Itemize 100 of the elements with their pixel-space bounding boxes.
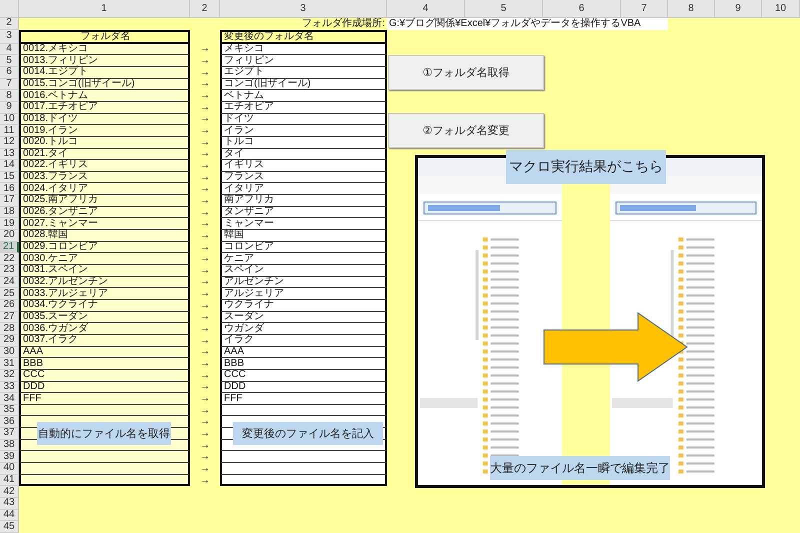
row-header[interactable]: 2	[0, 18, 19, 30]
arrow-symbol: →	[200, 160, 210, 171]
row-header[interactable]: 6	[0, 66, 19, 79]
row-header[interactable]: 7	[0, 78, 19, 90]
table-cell: FFF	[19, 393, 190, 405]
table-cell: タイ	[220, 148, 387, 160]
row-header[interactable]: 16	[0, 183, 19, 196]
table-cell: CCC	[220, 370, 387, 382]
table-cell: 0013.フィリピン	[19, 55, 190, 67]
row-header[interactable]: 40	[0, 463, 19, 475]
row-header[interactable]: 20	[0, 230, 19, 242]
arrow-symbol: →	[200, 452, 210, 462]
table-cell: フランス	[220, 172, 387, 184]
row-header[interactable]: 21	[0, 242, 19, 254]
row-header[interactable]: 38	[0, 440, 19, 452]
row-header[interactable]: 12	[0, 136, 19, 148]
macro-button[interactable]: ①フォルダ名取得	[388, 55, 544, 90]
column-header[interactable]: 5	[465, 0, 543, 18]
row-header[interactable]: 27	[0, 312, 19, 324]
row-header[interactable]: 43	[0, 498, 19, 510]
row-header[interactable]: 33	[0, 382, 19, 394]
row-header[interactable]: 37	[0, 428, 19, 440]
table-cell: 0012.メキシコ	[19, 44, 190, 56]
arrow-symbol: →	[200, 277, 210, 288]
row-header[interactable]: 19	[0, 218, 19, 230]
macro-button[interactable]: ②フォルダ名変更	[388, 113, 544, 148]
arrow-symbol: →	[200, 91, 210, 102]
arrow-symbol: →	[200, 289, 210, 300]
arrow-symbol: →	[200, 266, 210, 276]
row-header[interactable]: 31	[0, 358, 19, 370]
arrow-symbol: →	[200, 172, 210, 183]
row-header[interactable]: 17	[0, 195, 19, 207]
row-header[interactable]: 30	[0, 346, 19, 358]
row-header[interactable]: 14	[0, 160, 19, 172]
column-header[interactable]: 2	[190, 0, 220, 18]
table-cell: BBB	[19, 358, 190, 370]
row-header[interactable]: 5	[0, 55, 19, 67]
column-header[interactable]: 6	[543, 0, 621, 18]
arrow-symbol: →	[200, 382, 210, 392]
row-header[interactable]: 22	[0, 253, 19, 266]
table-cell: 0025.南アフリカ	[19, 195, 190, 207]
callout-note: 大量のファイル名一瞬で編集完了	[490, 456, 670, 480]
arrow-symbol: →	[200, 440, 210, 451]
arrow-symbol: →	[200, 56, 210, 66]
row-header[interactable]: 44	[0, 510, 19, 522]
table-cell: 0017.エチオピア	[19, 102, 190, 114]
column-header[interactable]: 8	[668, 0, 715, 18]
table-cell: BBB	[220, 358, 387, 370]
column-header[interactable]: 10	[762, 0, 800, 18]
row-header[interactable]: 18	[0, 206, 19, 218]
arrow-symbol: →	[200, 324, 210, 334]
table-cell: 0028.韓国	[19, 230, 190, 242]
column-header[interactable]: 4	[387, 0, 465, 18]
select-all-corner[interactable]	[0, 0, 19, 18]
table-cell: DDD	[220, 382, 387, 394]
row-header[interactable]: 35	[0, 404, 19, 416]
callout-note: 自動的にファイル名を取得	[37, 422, 171, 445]
row-header[interactable]: 42	[0, 486, 19, 498]
row-header[interactable]: 23	[0, 265, 19, 277]
row-header[interactable]: 36	[0, 416, 19, 428]
row-header[interactable]: 11	[0, 125, 19, 137]
table-cell: 0020.トルコ	[19, 136, 190, 148]
table-cell: 0026.タンザニア	[19, 206, 190, 218]
row-header[interactable]: 3	[0, 30, 19, 44]
arrow-symbol: →	[200, 184, 210, 194]
table-cell: 0018.ドイツ	[19, 114, 190, 126]
row-header[interactable]: 45	[0, 521, 19, 533]
table-cell: イギリス	[220, 160, 387, 172]
row-header[interactable]: 10	[0, 114, 19, 126]
row-header[interactable]: 9	[0, 102, 19, 114]
row-header[interactable]: 32	[0, 370, 19, 382]
row-header[interactable]: 25	[0, 288, 19, 300]
row-header[interactable]: 26	[0, 300, 19, 312]
arrow-symbol: →	[200, 149, 210, 160]
column-header[interactable]: 9	[715, 0, 762, 18]
row-header[interactable]: 34	[0, 393, 19, 405]
table-cell: トルコ	[220, 136, 387, 148]
arrow-symbol: →	[200, 359, 210, 370]
table-cell: エジプト	[220, 66, 387, 79]
table-cell: 0033.アルジェリア	[19, 288, 190, 300]
row-header[interactable]: 4	[0, 44, 19, 56]
table-cell: 韓国	[220, 230, 387, 242]
table-cell: アルジェリア	[220, 288, 387, 300]
table-cell: コロンビア	[220, 242, 387, 254]
column-header[interactable]: 7	[621, 0, 668, 18]
row-header[interactable]: 39	[0, 451, 19, 464]
table-cell: タンザニア	[220, 206, 387, 218]
row-header[interactable]: 24	[0, 276, 19, 288]
arrow-symbol: →	[200, 126, 210, 136]
table-cell: AAA	[19, 346, 190, 358]
arrow-symbol: →	[200, 102, 210, 113]
row-header[interactable]: 13	[0, 148, 19, 160]
row-header[interactable]: 8	[0, 90, 19, 102]
row-header[interactable]: 29	[0, 334, 19, 347]
table-cell: CCC	[19, 370, 190, 382]
row-header[interactable]: 28	[0, 323, 19, 335]
column-header[interactable]: 3	[220, 0, 387, 18]
row-header[interactable]: 41	[0, 474, 19, 486]
row-header[interactable]: 15	[0, 172, 19, 184]
column-header[interactable]: 1	[19, 0, 190, 18]
